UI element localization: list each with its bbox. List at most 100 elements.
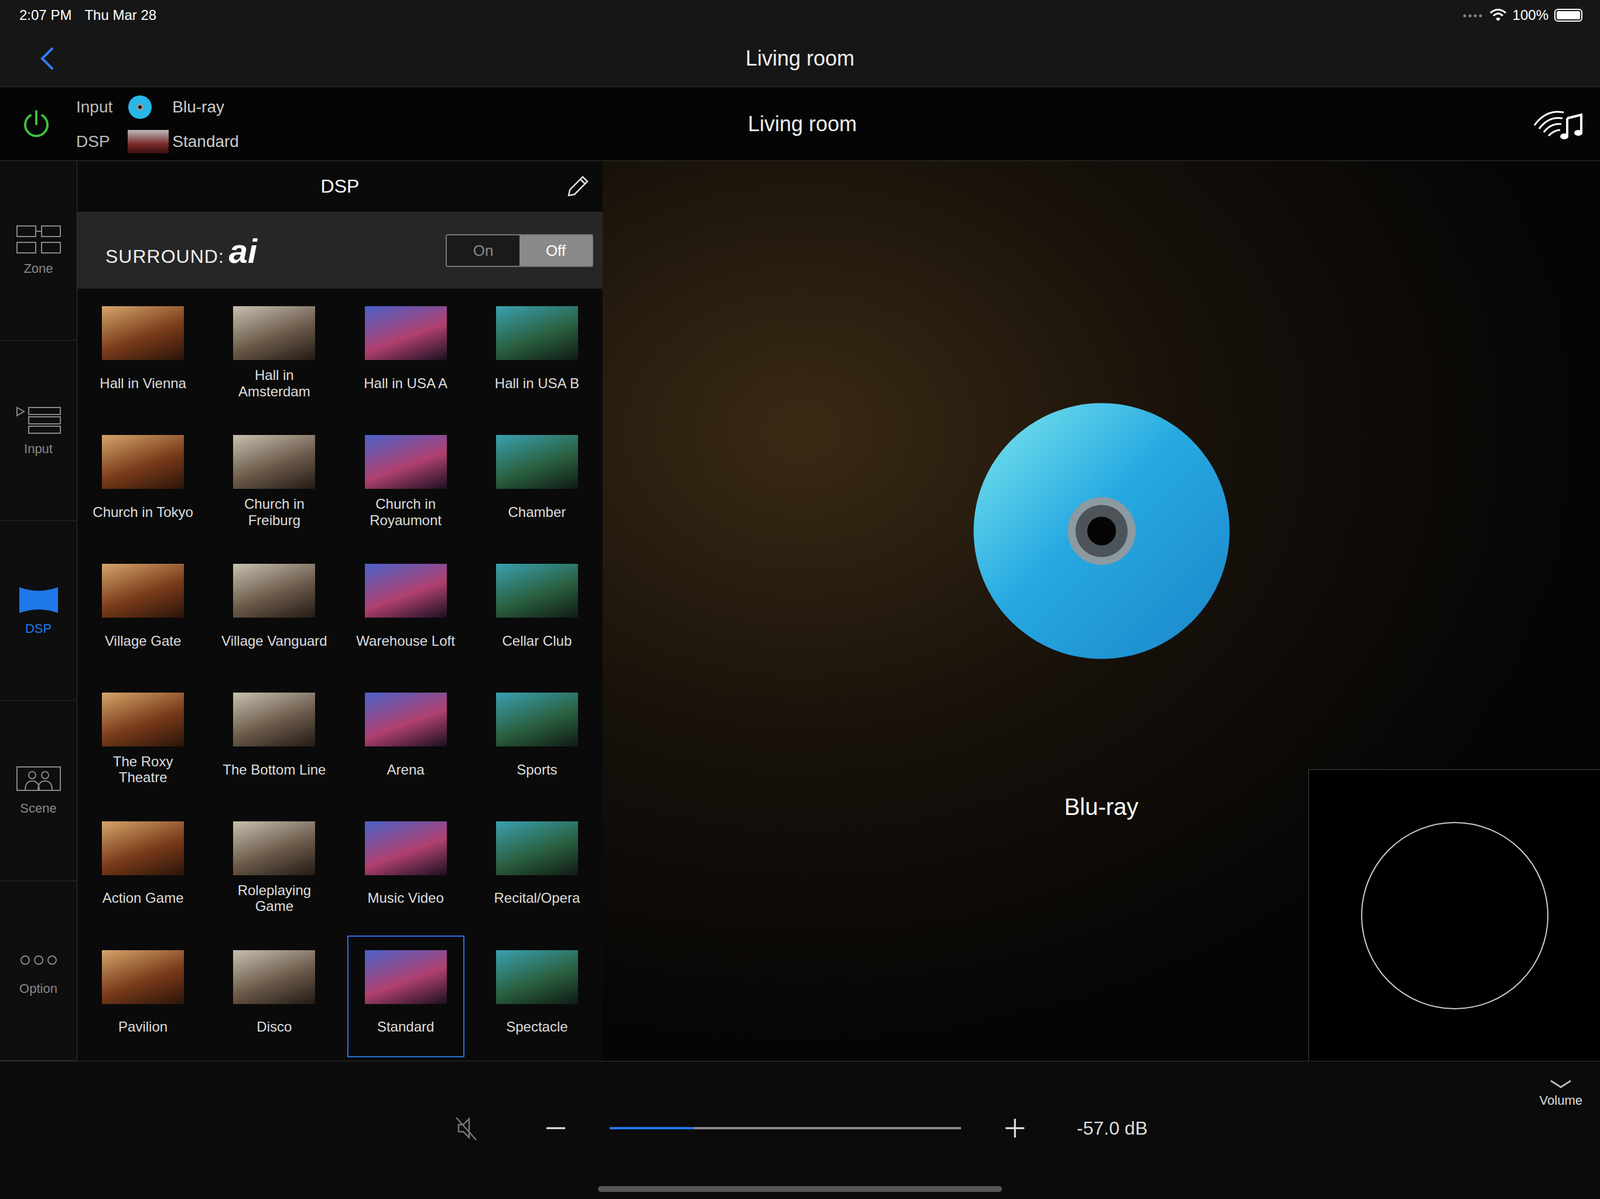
program-thumbnail bbox=[233, 692, 316, 747]
program-tile[interactable]: Hall in USA A bbox=[347, 292, 465, 415]
program-name: Roleplaying Game bbox=[218, 882, 330, 915]
program-tile[interactable]: Hall in Vienna bbox=[84, 292, 202, 415]
program-tile[interactable]: Village Gate bbox=[84, 549, 202, 672]
input-label: Input bbox=[76, 97, 113, 117]
volume-reading: -57.0 dB bbox=[1077, 1118, 1148, 1140]
program-name: Spectacle bbox=[506, 1011, 568, 1044]
program-name: Hall in USA B bbox=[494, 367, 580, 400]
program-thumbnail bbox=[101, 306, 184, 361]
program-thumbnail bbox=[101, 950, 184, 1005]
program-tile[interactable]: Spectacle bbox=[478, 935, 596, 1058]
program-name: Chamber bbox=[508, 496, 567, 529]
now-playing: Blu-ray bbox=[602, 161, 1600, 1062]
program-name: The Roxy Theatre bbox=[87, 753, 199, 786]
program-tile[interactable]: Village Vanguard bbox=[215, 549, 333, 672]
sidebar-item[interactable]: Option bbox=[0, 881, 77, 1062]
musiccast-logo-icon[interactable] bbox=[1532, 106, 1585, 142]
sidebar-item[interactable]: DSP bbox=[0, 521, 77, 702]
program-thumbnail bbox=[496, 563, 579, 618]
program-tile[interactable]: Hall in USA B bbox=[478, 292, 596, 415]
sidebar-label: Input bbox=[24, 441, 53, 457]
minus-icon[interactable] bbox=[545, 1118, 567, 1140]
nav-title: Living room bbox=[745, 46, 855, 71]
program-thumbnail bbox=[364, 306, 447, 361]
program-tile[interactable]: The Roxy Theatre bbox=[84, 678, 202, 800]
program-name: Church in Tokyo bbox=[92, 496, 194, 529]
chevron-down-icon bbox=[1549, 1079, 1573, 1090]
program-tile[interactable]: Arena bbox=[347, 678, 465, 800]
surround-ai-logo: SURROUND:ai bbox=[105, 231, 258, 271]
volume-knob[interactable] bbox=[1361, 822, 1549, 1010]
source-label: Blu-ray bbox=[1064, 794, 1139, 821]
blu-ray-disc-icon bbox=[971, 400, 1233, 662]
toggle-option[interactable]: Off bbox=[519, 235, 593, 266]
sidebar-label: DSP bbox=[25, 621, 52, 637]
program-tile[interactable]: Roleplaying Game bbox=[215, 807, 333, 929]
program-name: Church in Royaumont bbox=[350, 496, 462, 529]
program-thumbnail bbox=[101, 692, 184, 747]
program-name: Arena bbox=[387, 753, 425, 786]
program-thumbnail bbox=[101, 821, 184, 876]
volume-slider[interactable] bbox=[609, 1127, 962, 1130]
sidebar-item[interactable]: Zone bbox=[0, 161, 77, 341]
dsp-thumbnail bbox=[127, 130, 169, 154]
nav-bar: Living room bbox=[0, 30, 1600, 88]
status-bar: 2:07 PMThu Mar 28100% bbox=[0, 0, 1600, 31]
sidebar-item[interactable]: Scene bbox=[0, 701, 77, 881]
program-name: Standard bbox=[377, 1011, 434, 1044]
scene-icon bbox=[15, 764, 62, 796]
program-tile[interactable]: Pavilion bbox=[84, 935, 202, 1058]
program-name: Warehouse Loft bbox=[356, 624, 456, 658]
mute-speaker-icon[interactable] bbox=[452, 1114, 481, 1143]
status-date: Thu Mar 28 bbox=[84, 7, 157, 24]
program-name: Hall in Amsterdam bbox=[218, 367, 330, 400]
program-tile[interactable]: Action Game bbox=[84, 807, 202, 929]
program-thumbnail bbox=[364, 435, 447, 490]
program-thumbnail bbox=[364, 950, 447, 1005]
program-tile[interactable]: Music Video bbox=[347, 807, 465, 929]
program-name: Village Vanguard bbox=[221, 624, 328, 658]
program-thumbnail bbox=[496, 306, 579, 361]
program-tile[interactable]: Church in Royaumont bbox=[347, 421, 465, 543]
program-tile[interactable]: Standard bbox=[347, 935, 465, 1058]
program-tile[interactable]: Sports bbox=[478, 678, 596, 800]
program-tile[interactable]: Disco bbox=[215, 935, 333, 1058]
program-thumbnail bbox=[364, 692, 447, 747]
program-thumbnail bbox=[496, 821, 579, 876]
wifi-icon bbox=[1489, 8, 1507, 23]
power-icon[interactable] bbox=[19, 107, 53, 141]
program-thumbnail bbox=[233, 821, 316, 876]
app-screen: 2:07 PMThu Mar 28100% Living room Input Blu… bbox=[0, 0, 1600, 1199]
dsp-value: Standard bbox=[172, 132, 239, 152]
program-thumbnail bbox=[233, 950, 316, 1005]
program-tile[interactable]: Hall in Amsterdam bbox=[215, 292, 333, 415]
program-tile[interactable]: The Bottom Line bbox=[215, 678, 333, 800]
program-name: Music Video bbox=[367, 882, 444, 915]
back-chevron-icon[interactable] bbox=[38, 45, 57, 72]
input-icon bbox=[15, 405, 62, 436]
dsp-header: DSP bbox=[77, 161, 603, 213]
program-name: Village Gate bbox=[104, 624, 181, 658]
zone-icon bbox=[15, 224, 62, 256]
program-tile[interactable]: Warehouse Loft bbox=[347, 549, 465, 672]
plus-icon[interactable] bbox=[1004, 1118, 1026, 1140]
volume-collapse-button[interactable]: Volume bbox=[1539, 1079, 1583, 1109]
program-tile[interactable]: Church in Freiburg bbox=[215, 421, 333, 543]
program-tile[interactable]: Cellar Club bbox=[478, 549, 596, 672]
pencil-icon[interactable] bbox=[565, 173, 591, 200]
volume-knob-panel bbox=[1308, 769, 1600, 1062]
main-area: Zone Input DSP SceneOption DSP SURROUND:ai OnO… bbox=[0, 161, 1600, 1062]
program-tile[interactable]: Chamber bbox=[478, 421, 596, 543]
dsp-label: DSP bbox=[76, 132, 113, 152]
program-name: Pavilion bbox=[118, 1011, 168, 1044]
program-tile[interactable]: Church in Tokyo bbox=[84, 421, 202, 543]
toggle-option[interactable]: On bbox=[446, 235, 520, 266]
sidebar: Zone Input DSP SceneOption bbox=[0, 161, 78, 1062]
sidebar-item[interactable]: Input bbox=[0, 340, 77, 521]
program-thumbnail bbox=[233, 306, 316, 361]
program-thumbnail bbox=[101, 435, 184, 490]
program-tile[interactable]: Recital/Opera bbox=[478, 807, 596, 929]
room-name: Living room bbox=[747, 111, 857, 137]
program-name: The Bottom Line bbox=[222, 753, 326, 786]
program-thumbnail bbox=[496, 692, 579, 747]
